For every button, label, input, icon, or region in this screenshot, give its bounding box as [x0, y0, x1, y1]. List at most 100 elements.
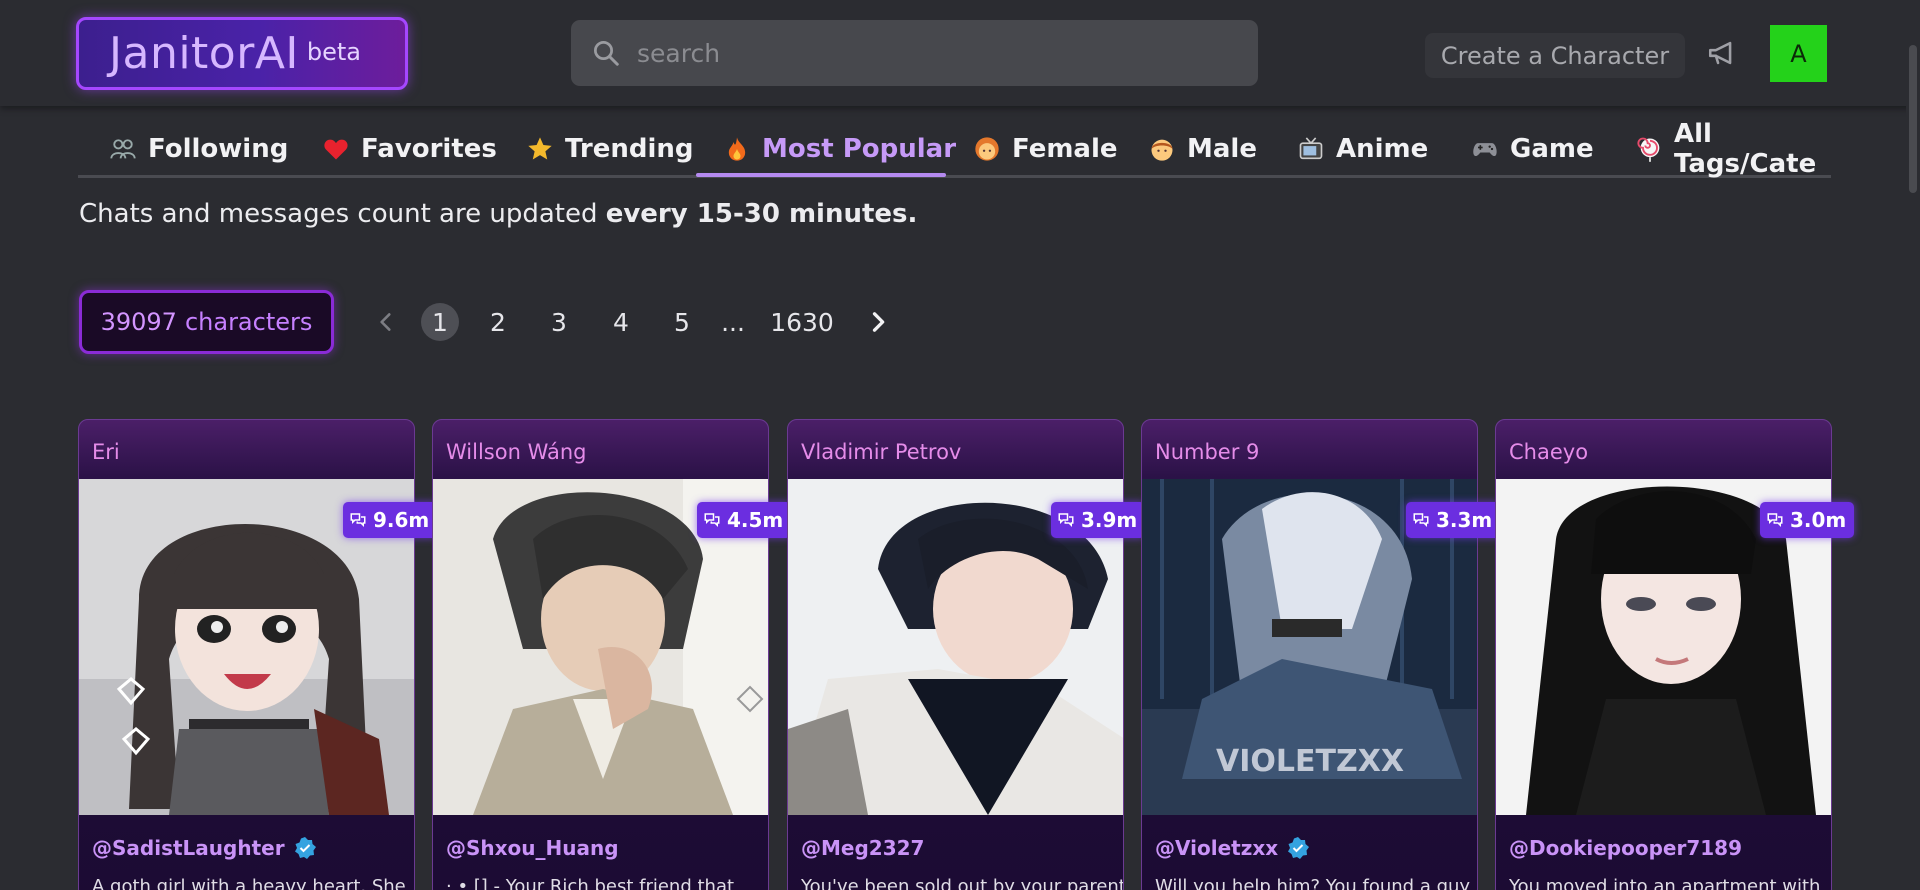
- character-description: You've been sold out by your parents: [801, 876, 1124, 890]
- chat-bubbles-icon: [704, 513, 720, 528]
- update-notice: Chats and messages count are updated eve…: [79, 199, 917, 229]
- author-name: @SadistLaughter: [92, 836, 285, 860]
- chat-count-badge: 3.9m: [1051, 502, 1146, 538]
- verified-badge-icon: [1288, 837, 1310, 859]
- page-scrollbar[interactable]: [1906, 0, 1920, 890]
- beta-badge: beta: [306, 37, 362, 66]
- chat-bubbles-icon: [1767, 513, 1783, 528]
- author-handle[interactable]: @Meg2327: [801, 836, 924, 860]
- user-avatar[interactable]: A: [1770, 25, 1827, 82]
- page-2-button[interactable]: 2: [483, 302, 513, 342]
- character-count: 39097: [100, 308, 177, 336]
- author-handle[interactable]: @Shxou_Huang: [446, 836, 619, 860]
- tab-label: Trending: [565, 133, 694, 164]
- next-page-button[interactable]: [864, 302, 892, 342]
- search-icon: [594, 41, 619, 66]
- chat-bubbles-icon: [1413, 513, 1429, 528]
- prev-page-button[interactable]: [372, 302, 400, 342]
- tab-label: Female: [1012, 133, 1118, 164]
- page-ellipsis: ...: [721, 307, 745, 337]
- page-last-button[interactable]: 1630: [770, 302, 834, 342]
- character-card[interactable]: Eri @SadistLaughter A goth girl with a h…: [78, 419, 415, 890]
- author-handle[interactable]: @Violetzxx: [1155, 836, 1310, 860]
- author-handle[interactable]: @SadistLaughter: [92, 836, 317, 860]
- author-name: @Shxou_Huang: [446, 836, 619, 860]
- verified-badge-icon: [294, 837, 316, 859]
- character-card[interactable]: Vladimir Petrov @Meg2327 You've been sol…: [787, 419, 1124, 890]
- create-character-button[interactable]: Create a Character: [1425, 33, 1685, 78]
- character-description: · • [] - Your Rich best friend that: [446, 876, 735, 890]
- tab-label: Most Popular: [762, 133, 957, 164]
- tab-all-tags[interactable]: All Tags/Cate: [1636, 118, 1831, 179]
- author-name: @Dookiepooper7189: [1509, 836, 1743, 860]
- tab-following[interactable]: Following: [108, 120, 288, 177]
- tab-anime[interactable]: Anime: [1296, 120, 1428, 177]
- notice-emphasis: every 15-30 minutes.: [605, 199, 918, 229]
- top-header: JanitorAI beta Create a Character A: [0, 0, 1920, 106]
- character-card[interactable]: Number 9 VIOLETZXX @Violetzxx Will you h…: [1141, 419, 1478, 890]
- chat-bubbles-icon: [350, 513, 366, 528]
- tab-label: Game: [1510, 133, 1594, 164]
- character-name: Number 9: [1155, 440, 1260, 464]
- tab-male[interactable]: Male: [1147, 120, 1257, 177]
- author-handle[interactable]: @Dookiepooper7189: [1509, 836, 1742, 860]
- tab-most-popular[interactable]: Most Popular: [722, 120, 956, 177]
- character-name: Willson Wáng: [446, 440, 587, 464]
- character-card[interactable]: Willson Wáng @Shxou_Huang · • [] - Your …: [432, 419, 769, 890]
- page-1-button[interactable]: 1: [421, 303, 459, 341]
- character-count-label: characters: [184, 308, 313, 336]
- chat-count-badge: 9.6m: [343, 502, 438, 538]
- page-3-button[interactable]: 3: [544, 302, 574, 342]
- logo-text: JanitorAI: [109, 28, 299, 79]
- tab-female[interactable]: Female: [972, 120, 1118, 177]
- character-description: You moved into an apartment with: [1509, 876, 1821, 890]
- search-bar[interactable]: [571, 20, 1258, 86]
- character-card[interactable]: Chaeyo @Dookiepooper7189 You moved into …: [1495, 419, 1832, 890]
- tab-label: All Tags/Cate: [1674, 118, 1817, 179]
- lollipop-icon: [1636, 134, 1664, 164]
- tab-label: Following: [148, 133, 289, 164]
- character-description: Will you help him? You found a guy: [1155, 876, 1471, 890]
- tab-favorites[interactable]: Favorites: [321, 120, 497, 177]
- tab-label: Anime: [1336, 133, 1429, 164]
- tab-label: Favorites: [361, 133, 497, 164]
- chat-count-badge: 3.0m: [1760, 502, 1855, 538]
- users-icon: [108, 134, 138, 164]
- page-4-button[interactable]: 4: [606, 302, 636, 342]
- chevron-left-icon: [380, 313, 391, 331]
- author-name: @Violetzxx: [1155, 836, 1279, 860]
- chat-count: 3.3m: [1436, 508, 1493, 532]
- tab-trending[interactable]: Trending: [525, 120, 694, 177]
- character-name: Eri: [92, 440, 120, 464]
- notice-text: Chats and messages count are updated: [79, 199, 606, 229]
- tv-icon: [1296, 134, 1326, 164]
- chat-bubbles-icon: [1058, 513, 1074, 528]
- site-logo[interactable]: JanitorAI beta: [76, 17, 408, 90]
- tab-game[interactable]: Game: [1470, 120, 1594, 177]
- character-name: Chaeyo: [1509, 440, 1589, 464]
- star-icon: [525, 134, 555, 164]
- character-count-badge: 39097 characters: [79, 290, 334, 354]
- fire-icon: [722, 134, 752, 164]
- search-input[interactable]: [637, 38, 1237, 68]
- gamepad-icon: [1470, 134, 1500, 164]
- author-name: @Meg2327: [801, 836, 925, 860]
- chat-count: 4.5m: [727, 508, 784, 532]
- page-5-button[interactable]: 5: [667, 302, 697, 342]
- category-tabs: Following Favorites Trending Most Popula…: [78, 118, 1831, 179]
- character-name: Vladimir Petrov: [801, 440, 962, 464]
- chat-count: 3.0m: [1790, 508, 1847, 532]
- chat-count: 9.6m: [373, 508, 430, 532]
- svg-text:VIOLETZXX: VIOLETZXX: [1216, 744, 1404, 779]
- active-tab-indicator: [696, 173, 946, 177]
- chat-count-badge: 3.3m: [1406, 502, 1501, 538]
- chat-count: 3.9m: [1081, 508, 1138, 532]
- character-description: A goth girl with a heavy heart. She: [92, 876, 406, 890]
- megaphone-icon[interactable]: [1706, 36, 1740, 70]
- man-face-icon: [1147, 134, 1177, 164]
- heart-icon: [321, 134, 351, 164]
- scrollbar-thumb[interactable]: [1909, 45, 1917, 193]
- chevron-right-icon: [872, 312, 885, 332]
- chat-count-badge: 4.5m: [697, 502, 792, 538]
- tab-label: Male: [1187, 133, 1257, 164]
